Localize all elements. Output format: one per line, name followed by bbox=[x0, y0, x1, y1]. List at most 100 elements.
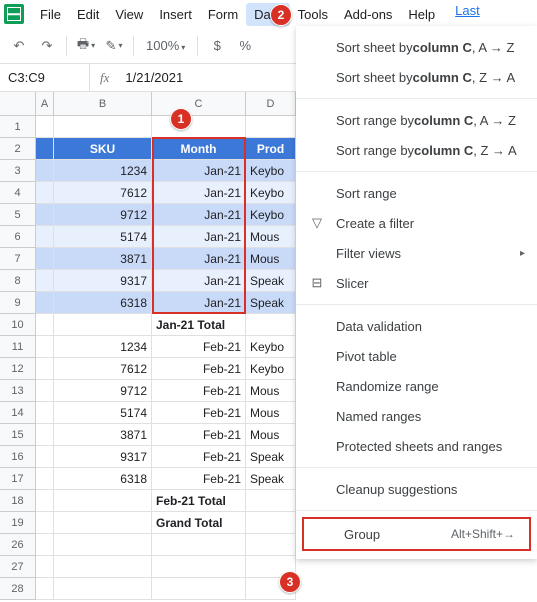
cell[interactable]: Feb-21 bbox=[152, 358, 246, 380]
row-header[interactable]: 1 bbox=[0, 116, 36, 138]
select-all-corner[interactable] bbox=[0, 92, 36, 115]
cell[interactable] bbox=[54, 512, 152, 534]
menu-item-sort-range-by-column-c[interactable]: Sort range by column C, Z → A bbox=[296, 135, 537, 165]
cell[interactable]: Prod bbox=[246, 138, 296, 160]
cell[interactable]: Jan-21 bbox=[152, 292, 246, 314]
cell[interactable]: Month bbox=[152, 138, 246, 160]
cell[interactable]: Jan-21 bbox=[152, 182, 246, 204]
cell[interactable]: Mous bbox=[246, 226, 296, 248]
cell[interactable]: Speak bbox=[246, 468, 296, 490]
cell[interactable] bbox=[152, 556, 246, 578]
cell[interactable] bbox=[36, 182, 54, 204]
cell[interactable]: Keybo bbox=[246, 204, 296, 226]
undo-icon[interactable]: ↶ bbox=[8, 35, 30, 57]
cell[interactable] bbox=[54, 556, 152, 578]
cell[interactable] bbox=[54, 534, 152, 556]
cell[interactable]: Mous bbox=[246, 248, 296, 270]
cell[interactable]: 9712 bbox=[54, 380, 152, 402]
cell[interactable]: Feb-21 bbox=[152, 424, 246, 446]
cell[interactable]: Feb-21 bbox=[152, 446, 246, 468]
cell[interactable]: Feb-21 bbox=[152, 380, 246, 402]
menu-item-group[interactable]: GroupAlt+Shift+→ bbox=[302, 517, 531, 551]
menu-edit[interactable]: Edit bbox=[69, 3, 107, 26]
row-header[interactable]: 28 bbox=[0, 578, 36, 600]
cell[interactable]: Jan-21 bbox=[152, 248, 246, 270]
row-header[interactable]: 14 bbox=[0, 402, 36, 424]
cell[interactable] bbox=[36, 468, 54, 490]
menu-item-create-a-filter[interactable]: ▽Create a filter bbox=[296, 208, 537, 238]
menu-item-randomize-range[interactable]: Randomize range bbox=[296, 371, 537, 401]
redo-icon[interactable]: ↷ bbox=[36, 35, 58, 57]
cell[interactable] bbox=[36, 226, 54, 248]
cell[interactable] bbox=[36, 248, 54, 270]
col-header-a[interactable]: A bbox=[36, 92, 54, 115]
cell[interactable]: Feb-21 bbox=[152, 468, 246, 490]
cell[interactable] bbox=[54, 578, 152, 600]
row-header[interactable]: 11 bbox=[0, 336, 36, 358]
cell[interactable] bbox=[36, 292, 54, 314]
cell[interactable]: Feb-21 bbox=[152, 402, 246, 424]
cell[interactable] bbox=[36, 116, 54, 138]
cell[interactable] bbox=[36, 490, 54, 512]
cell[interactable] bbox=[54, 490, 152, 512]
formula-input[interactable]: 1/21/2021 bbox=[119, 70, 189, 85]
cell[interactable]: Keybo bbox=[246, 182, 296, 204]
menu-item-filter-views[interactable]: Filter views bbox=[296, 238, 537, 268]
cell[interactable] bbox=[54, 116, 152, 138]
cell[interactable]: Jan-21 Total bbox=[152, 314, 246, 336]
row-header[interactable]: 2 bbox=[0, 138, 36, 160]
row-header[interactable]: 16 bbox=[0, 446, 36, 468]
cell[interactable]: 3871 bbox=[54, 424, 152, 446]
cell[interactable] bbox=[152, 578, 246, 600]
cell[interactable] bbox=[36, 380, 54, 402]
row-header[interactable]: 26 bbox=[0, 534, 36, 556]
cell[interactable]: 3871 bbox=[54, 248, 152, 270]
percent-icon[interactable]: % bbox=[234, 35, 256, 57]
cell[interactable]: 9317 bbox=[54, 446, 152, 468]
cell[interactable]: 9712 bbox=[54, 204, 152, 226]
menu-item-pivot-table[interactable]: Pivot table bbox=[296, 341, 537, 371]
row-header[interactable]: 12 bbox=[0, 358, 36, 380]
menu-item-sort-range[interactable]: Sort range bbox=[296, 178, 537, 208]
cell[interactable]: Jan-21 bbox=[152, 270, 246, 292]
menu-last-edit[interactable]: Last bbox=[455, 3, 480, 26]
row-header[interactable]: 13 bbox=[0, 380, 36, 402]
row-header[interactable]: 18 bbox=[0, 490, 36, 512]
cell[interactable] bbox=[36, 556, 54, 578]
menu-file[interactable]: File bbox=[32, 3, 69, 26]
row-header[interactable]: 7 bbox=[0, 248, 36, 270]
cell[interactable]: Jan-21 bbox=[152, 160, 246, 182]
row-header[interactable]: 19 bbox=[0, 512, 36, 534]
menu-item-sort-sheet-by-column-c[interactable]: Sort sheet by column C, Z → A bbox=[296, 62, 537, 92]
row-header[interactable]: 9 bbox=[0, 292, 36, 314]
cell[interactable] bbox=[246, 534, 296, 556]
print-icon[interactable]: 🖶 bbox=[75, 35, 97, 57]
cell[interactable] bbox=[36, 270, 54, 292]
cell[interactable] bbox=[36, 336, 54, 358]
cell[interactable]: Speak bbox=[246, 270, 296, 292]
row-header[interactable]: 10 bbox=[0, 314, 36, 336]
menu-insert[interactable]: Insert bbox=[151, 3, 200, 26]
menu-add-ons[interactable]: Add-ons bbox=[336, 3, 400, 26]
row-header[interactable]: 27 bbox=[0, 556, 36, 578]
cell[interactable] bbox=[36, 424, 54, 446]
cell[interactable]: 7612 bbox=[54, 358, 152, 380]
cell[interactable] bbox=[152, 116, 246, 138]
cell[interactable]: Speak bbox=[246, 446, 296, 468]
row-header[interactable]: 17 bbox=[0, 468, 36, 490]
col-header-c[interactable]: C bbox=[152, 92, 246, 115]
sheets-icon[interactable] bbox=[4, 4, 24, 24]
row-header[interactable]: 6 bbox=[0, 226, 36, 248]
cell[interactable]: Speak bbox=[246, 292, 296, 314]
cell[interactable]: Mous bbox=[246, 424, 296, 446]
col-header-b[interactable]: B bbox=[54, 92, 152, 115]
row-header[interactable]: 15 bbox=[0, 424, 36, 446]
cell[interactable]: 5174 bbox=[54, 402, 152, 424]
cell[interactable] bbox=[36, 512, 54, 534]
zoom-select[interactable]: 100% bbox=[142, 38, 189, 53]
cell[interactable]: 9317 bbox=[54, 270, 152, 292]
menu-help[interactable]: Help bbox=[400, 3, 443, 26]
cell[interactable] bbox=[152, 534, 246, 556]
cell[interactable] bbox=[36, 402, 54, 424]
cell[interactable]: Keybo bbox=[246, 160, 296, 182]
